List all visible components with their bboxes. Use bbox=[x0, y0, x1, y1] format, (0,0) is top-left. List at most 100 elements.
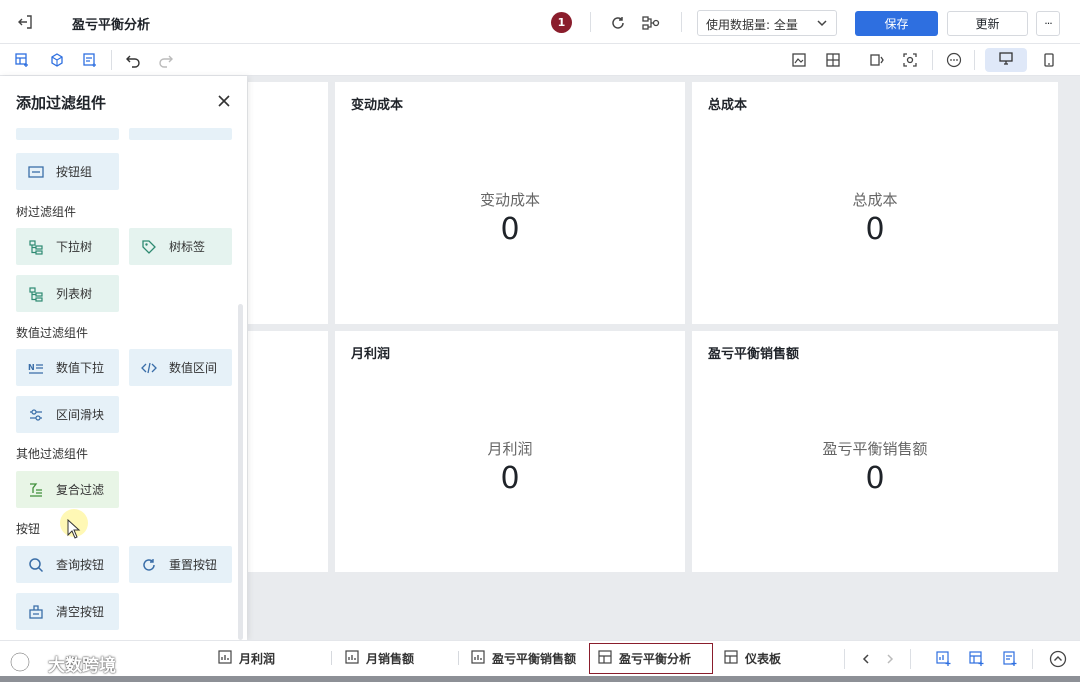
sheet-tab[interactable]: 盈亏平衡销售额 bbox=[463, 643, 587, 674]
update-button[interactable]: 更新 bbox=[947, 11, 1028, 36]
widget-card-partial[interactable] bbox=[248, 331, 328, 572]
widget-card[interactable]: 月利润 月利润 0 bbox=[335, 331, 685, 572]
notification-badge[interactable]: 1 bbox=[551, 12, 572, 33]
section-title-numeric: 数值过滤组件 bbox=[16, 326, 89, 340]
chip-label: 列表树 bbox=[56, 287, 93, 301]
divider bbox=[681, 12, 682, 32]
divider bbox=[111, 50, 112, 70]
dashboard-icon bbox=[724, 650, 738, 667]
data-usage-select[interactable]: 使用数据量: 全量 bbox=[697, 10, 837, 36]
code-icon bbox=[141, 360, 157, 376]
more-button[interactable]: ··· bbox=[1036, 11, 1060, 36]
card-title: 盈亏平衡销售额 bbox=[708, 347, 800, 362]
kpi-value: 0 bbox=[500, 212, 520, 247]
filter-chip-partial[interactable] bbox=[16, 128, 119, 140]
chip-query-button[interactable]: 查询按钮 bbox=[16, 546, 119, 583]
widget-card[interactable]: 盈亏平衡销售额 盈亏平衡销售额 0 bbox=[692, 331, 1058, 572]
divider bbox=[590, 12, 591, 32]
divider bbox=[1032, 649, 1033, 669]
section-title-button: 按钮 bbox=[16, 522, 41, 536]
undo-icon[interactable] bbox=[123, 50, 143, 70]
kpi-label: 月利润 bbox=[487, 440, 533, 458]
refresh-icon[interactable] bbox=[607, 12, 629, 34]
chip-numeric-dropdown[interactable]: N 数值下拉 bbox=[16, 349, 119, 386]
chip-reset-button[interactable]: 重置按钮 bbox=[129, 546, 232, 583]
chip-dropdown-tree[interactable]: 下拉树 bbox=[16, 228, 119, 265]
collapse-up-icon[interactable] bbox=[1048, 649, 1068, 669]
add-component-icon[interactable] bbox=[12, 50, 32, 70]
kpi-value: 0 bbox=[865, 212, 885, 247]
chip-compound-filter[interactable]: 复合过滤 bbox=[16, 471, 119, 508]
chip-label: 复合过滤 bbox=[56, 483, 105, 497]
widget-card[interactable]: 变动成本 变动成本 0 bbox=[335, 82, 685, 324]
chevron-right-icon[interactable] bbox=[880, 649, 900, 669]
add-story-icon[interactable] bbox=[1000, 649, 1020, 669]
svg-text:N: N bbox=[28, 363, 35, 372]
add-dashboard-icon[interactable] bbox=[967, 649, 987, 669]
divider bbox=[331, 651, 332, 665]
watermark: 大数跨境 bbox=[8, 649, 116, 678]
card-title: 月利润 bbox=[351, 347, 391, 362]
more-options-icon[interactable] bbox=[944, 50, 964, 70]
window-bottom-edge bbox=[0, 676, 1080, 682]
chip-label: 数值区间 bbox=[169, 361, 218, 375]
dashboard-icon bbox=[598, 650, 612, 667]
clear-icon bbox=[28, 604, 44, 620]
sheet-tab-label: 仪表板 bbox=[745, 652, 782, 666]
sheet-tab-label: 盈亏平衡销售额 bbox=[492, 652, 577, 666]
sheet-tab-bar: 大数跨境 月利润 月销售额 盈亏平衡销售额 盈亏平衡分析 仪表板 bbox=[0, 640, 1080, 676]
chip-label: 区间滑块 bbox=[56, 408, 105, 422]
chip-tree-tag[interactable]: 树标签 bbox=[129, 228, 232, 265]
filter-chip-partial[interactable] bbox=[129, 128, 232, 140]
tree-icon bbox=[28, 239, 44, 255]
workflow-icon[interactable] bbox=[640, 12, 662, 34]
chip-label: 清空按钮 bbox=[56, 605, 105, 619]
sheet-tab-active[interactable]: 盈亏平衡分析 bbox=[589, 643, 713, 674]
divider bbox=[974, 50, 975, 70]
sheet-tab[interactable]: 月利润 bbox=[210, 643, 332, 674]
divider bbox=[932, 50, 933, 70]
tag-icon bbox=[141, 239, 157, 255]
save-button[interactable]: 保存 bbox=[855, 11, 938, 36]
chip-range-slider[interactable]: 区间滑块 bbox=[16, 396, 119, 433]
chip-button-group[interactable]: 按钮组 bbox=[16, 153, 119, 190]
widget-card-partial[interactable] bbox=[248, 82, 328, 324]
add-filter-icon[interactable] bbox=[80, 50, 100, 70]
kpi-value: 0 bbox=[865, 461, 885, 496]
sheet-tab[interactable]: 月销售额 bbox=[337, 643, 459, 674]
close-icon[interactable] bbox=[215, 92, 233, 110]
redo-icon[interactable] bbox=[156, 50, 176, 70]
top-bar: 盈亏平衡分析 1 使用数据量: 全量 保存 更新 ··· bbox=[0, 0, 1080, 44]
layout-grid-icon[interactable] bbox=[823, 50, 843, 70]
chip-label: 树标签 bbox=[169, 240, 206, 254]
mobile-icon[interactable] bbox=[1039, 50, 1059, 70]
chip-label: 按钮组 bbox=[56, 165, 93, 179]
reset-icon bbox=[141, 557, 157, 573]
sheet-icon bbox=[218, 650, 232, 667]
chip-label: 数值下拉 bbox=[56, 361, 105, 375]
panel-scrollbar[interactable] bbox=[238, 304, 243, 640]
add-dataset-icon[interactable] bbox=[47, 50, 67, 70]
button-group-icon bbox=[28, 164, 44, 180]
page-title: 盈亏平衡分析 bbox=[72, 18, 151, 33]
chip-numeric-range[interactable]: 数值区间 bbox=[129, 349, 232, 386]
screenshot-icon[interactable] bbox=[900, 50, 920, 70]
divider bbox=[910, 649, 911, 669]
watermark-logo-icon bbox=[8, 649, 42, 678]
back-icon[interactable] bbox=[12, 10, 38, 34]
add-chart-icon[interactable] bbox=[934, 649, 954, 669]
compound-filter-icon bbox=[28, 482, 44, 498]
image-preview-icon[interactable] bbox=[789, 50, 809, 70]
card-title: 总成本 bbox=[708, 98, 748, 113]
chip-list-tree[interactable]: 列表树 bbox=[16, 275, 119, 312]
kpi-value: 0 bbox=[500, 461, 520, 496]
desktop-view-button[interactable] bbox=[985, 48, 1027, 72]
chip-clear-button[interactable]: 清空按钮 bbox=[16, 593, 119, 630]
sheet-tab[interactable]: 仪表板 bbox=[716, 643, 838, 674]
numeric-list-icon: N bbox=[28, 360, 44, 376]
widget-card[interactable]: 总成本 总成本 0 bbox=[692, 82, 1058, 324]
split-view-icon[interactable] bbox=[867, 50, 887, 70]
filter-component-panel: 添加过滤组件 按钮组 树过滤组件 下拉树 树标签 列表树 数值过滤组件 N 数值… bbox=[0, 76, 247, 640]
chevron-left-icon[interactable] bbox=[856, 649, 876, 669]
chip-label: 重置按钮 bbox=[169, 558, 218, 572]
